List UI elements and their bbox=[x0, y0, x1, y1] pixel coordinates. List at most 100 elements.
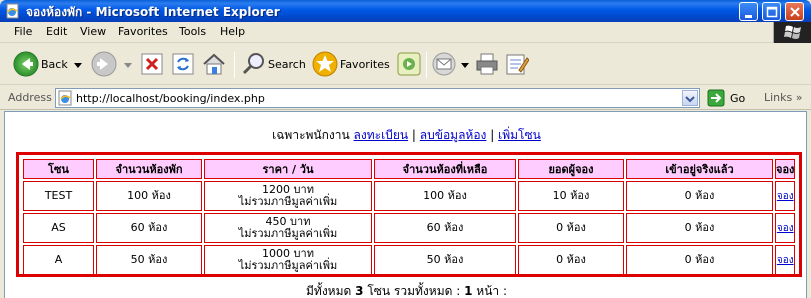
print-button[interactable] bbox=[474, 44, 500, 85]
favorites-label: Favorites bbox=[340, 58, 390, 71]
add-zone-link[interactable]: เพิ่มโซน bbox=[498, 128, 541, 142]
media-button[interactable] bbox=[396, 44, 422, 85]
nav-separator: | bbox=[490, 128, 495, 142]
search-icon bbox=[242, 53, 264, 75]
price-note: ไม่รวมภาษีมูลค่าเพิ่ม bbox=[238, 195, 338, 208]
menu-edit[interactable]: Edit bbox=[46, 25, 67, 38]
back-label: Back bbox=[41, 58, 68, 71]
address-input[interactable]: http://localhost/booking/index.php bbox=[55, 88, 700, 108]
table-row: A 50 ห้อง 1000 บาท ไม่รวมภาษีมูลค่าเพิ่ม … bbox=[23, 245, 796, 275]
bookings-cell: 0 ห้อง bbox=[518, 245, 624, 275]
forward-button[interactable] bbox=[88, 44, 138, 85]
col-rooms-remaining: จำนวนห้องที่เหลือ bbox=[374, 159, 516, 179]
back-arrow-icon bbox=[13, 51, 39, 77]
col-checked-in: เข้าอยู่จริงแล้ว bbox=[626, 159, 773, 179]
edit-button[interactable] bbox=[504, 44, 530, 85]
minimize-button[interactable] bbox=[739, 2, 758, 21]
book-link[interactable]: จอง bbox=[777, 255, 794, 266]
links-label: Links bbox=[764, 91, 793, 104]
maximize-icon bbox=[766, 6, 778, 18]
menu-view[interactable]: View bbox=[80, 25, 106, 38]
chevron-down-icon bbox=[461, 63, 469, 68]
home-button[interactable] bbox=[200, 44, 228, 85]
rooms-table-frame: โซน จำนวนห้องพัก ราคา / วัน จำนวนห้องที่… bbox=[16, 152, 802, 277]
toolbar-separator bbox=[234, 52, 235, 78]
close-button[interactable] bbox=[785, 2, 804, 21]
address-label: Address bbox=[8, 91, 52, 104]
book-cell: จอง bbox=[775, 245, 796, 275]
refresh-icon bbox=[172, 53, 194, 75]
room-count-cell: 100 ห้อง bbox=[96, 181, 202, 211]
menu-tools[interactable]: Tools bbox=[179, 25, 206, 38]
nav-separator: | bbox=[411, 128, 416, 142]
price-note: ไม่รวมภาษีมูลค่าเพิ่ม bbox=[238, 259, 338, 272]
windows-flag-icon bbox=[774, 22, 811, 43]
col-book: จอง bbox=[775, 159, 796, 179]
chevron-down-icon bbox=[685, 96, 695, 103]
search-label: Search bbox=[268, 58, 306, 71]
stop-button[interactable] bbox=[140, 44, 164, 85]
book-link[interactable]: จอง bbox=[777, 223, 794, 234]
price-cell: 1000 บาท ไม่รวมภาษีมูลค่าเพิ่ม bbox=[204, 245, 372, 275]
book-cell: จอง bbox=[775, 181, 796, 211]
printer-icon bbox=[476, 53, 498, 75]
price-cell: 1200 บาท ไม่รวมภาษีมูลค่าเพิ่ม bbox=[204, 181, 372, 211]
address-bar: Address http://localhost/booking/index.p… bbox=[0, 86, 811, 110]
stop-icon bbox=[141, 53, 163, 75]
bookings-cell: 0 ห้อง bbox=[518, 213, 624, 243]
favorites-star-icon bbox=[312, 51, 338, 77]
staff-nav: เฉพาะพนักงาน ลงทะเบียน | ลบข้อมูลห้อง | … bbox=[5, 126, 806, 145]
book-link[interactable]: จอง bbox=[777, 191, 794, 202]
page-content: เฉพาะพนักงาน ลงทะเบียน | ลบข้อมูลห้อง | … bbox=[4, 111, 807, 298]
menu-help[interactable]: Help bbox=[220, 25, 245, 38]
staff-only-label: เฉพาะพนักงาน bbox=[272, 128, 350, 142]
zone-cell: A bbox=[23, 245, 94, 275]
zone-cell: AS bbox=[23, 213, 94, 243]
price-cell: 450 บาท ไม่รวมภาษีมูลค่าเพิ่ม bbox=[204, 213, 372, 243]
page-total: 1 bbox=[464, 284, 473, 298]
close-icon bbox=[790, 7, 800, 17]
bookings-cell: 10 ห้อง bbox=[518, 181, 624, 211]
checked-in-cell: 0 ห้อง bbox=[626, 181, 773, 211]
windows-logo bbox=[773, 22, 811, 43]
address-dropdown-button[interactable] bbox=[682, 90, 698, 106]
summary-footer: มีทั้งหมด 3 โซน รวมทั้งหมด : 1 หน้า : bbox=[5, 282, 806, 298]
chevron-down-icon bbox=[74, 63, 82, 68]
standard-toolbar: Back Search Favorites bbox=[0, 44, 811, 85]
mail-button[interactable] bbox=[432, 44, 472, 85]
col-price-per-day: ราคา / วัน bbox=[204, 159, 372, 179]
checked-in-cell: 0 ห้อง bbox=[626, 245, 773, 275]
maximize-button[interactable] bbox=[762, 2, 781, 21]
register-link[interactable]: ลงทะเบียน bbox=[354, 128, 409, 142]
delete-room-link[interactable]: ลบข้อมูลห้อง bbox=[420, 128, 487, 142]
links-toolbar[interactable]: Links » bbox=[764, 91, 803, 104]
search-button[interactable]: Search bbox=[240, 44, 306, 85]
table-header-row: โซน จำนวนห้องพัก ราคา / วัน จำนวนห้องที่… bbox=[23, 159, 796, 179]
menu-favorites[interactable]: Favorites bbox=[118, 25, 168, 38]
table-row: TEST 100 ห้อง 1200 บาท ไม่รวมภาษีมูลค่าเพ… bbox=[23, 181, 796, 211]
browser-window: จองห้องพัก - Microsoft Internet Explorer… bbox=[0, 0, 811, 298]
mail-icon bbox=[432, 52, 456, 76]
go-button[interactable]: Go bbox=[705, 88, 753, 108]
media-icon bbox=[397, 52, 421, 76]
menu-bar: File Edit View Favorites Tools Help bbox=[0, 22, 811, 43]
window-title: จองห้องพัก - Microsoft Internet Explorer bbox=[26, 5, 280, 19]
address-url: http://localhost/booking/index.php bbox=[76, 92, 265, 105]
toolbar-separator bbox=[426, 52, 427, 78]
menu-file[interactable]: File bbox=[14, 25, 32, 38]
edit-notepad-icon bbox=[506, 54, 529, 75]
room-count-cell: 60 ห้อง bbox=[96, 213, 202, 243]
title-bar[interactable]: จองห้องพัก - Microsoft Internet Explorer bbox=[0, 0, 811, 22]
go-arrow-icon bbox=[707, 89, 725, 107]
favorites-button[interactable]: Favorites bbox=[310, 44, 390, 85]
remaining-cell: 50 ห้อง bbox=[374, 245, 516, 275]
checked-in-cell: 0 ห้อง bbox=[626, 213, 773, 243]
rooms-table: โซน จำนวนห้องพัก ราคา / วัน จำนวนห้องที่… bbox=[21, 157, 797, 277]
zone-cell: TEST bbox=[23, 181, 94, 211]
table-row: AS 60 ห้อง 450 บาท ไม่รวมภาษีมูลค่าเพิ่ม … bbox=[23, 213, 796, 243]
remaining-cell: 60 ห้อง bbox=[374, 213, 516, 243]
forward-arrow-icon bbox=[91, 51, 117, 77]
refresh-button[interactable] bbox=[171, 44, 195, 85]
back-button[interactable]: Back bbox=[8, 44, 83, 85]
summary-text-3: หน้า : bbox=[476, 284, 507, 298]
